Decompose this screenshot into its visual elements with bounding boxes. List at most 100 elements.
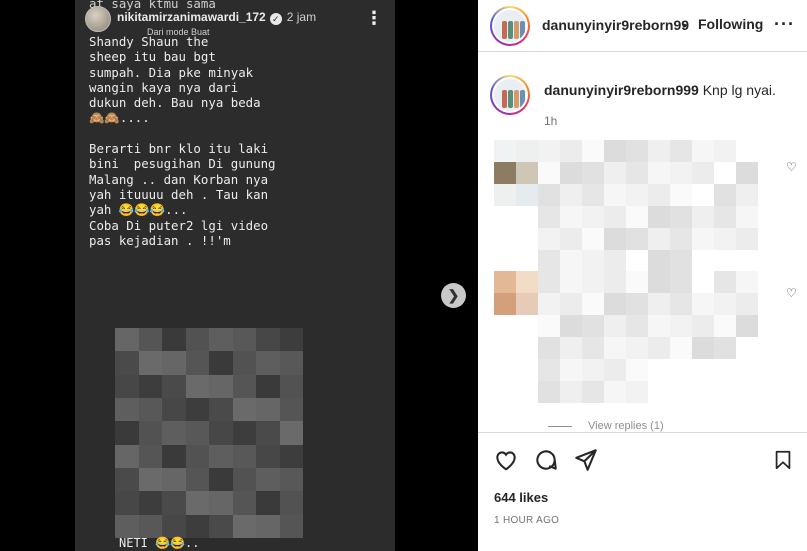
pixel-block	[279, 328, 303, 352]
blur-cell	[582, 315, 604, 337]
pixel-block	[279, 514, 303, 538]
save-icon[interactable]	[772, 447, 794, 473]
likes-count[interactable]: 644 likes	[494, 490, 548, 505]
pixel-block	[162, 351, 186, 375]
blur-cell	[560, 359, 582, 381]
heart-icon[interactable]: ♡	[786, 161, 798, 173]
blur-cell	[648, 184, 670, 206]
caption-avatar[interactable]	[490, 75, 530, 115]
pixel-block	[138, 351, 162, 375]
blur-cell	[692, 228, 714, 250]
blur-cell	[604, 228, 626, 250]
view-replies-link[interactable]: View replies (1)	[548, 420, 664, 432]
blur-cell	[648, 206, 670, 228]
story-header: nikitamirzanimawardi_172 ✓ 2 jam Dari mode…	[85, 6, 387, 37]
author-avatar[interactable]	[490, 6, 530, 46]
blur-cell	[538, 228, 560, 250]
blur-cell	[670, 293, 692, 315]
share-icon[interactable]	[573, 447, 599, 473]
blur-cell	[626, 271, 648, 293]
blur-cell	[736, 337, 758, 359]
more-icon[interactable]: ···	[774, 14, 795, 35]
blur-cell	[626, 162, 648, 184]
blur-cell	[494, 184, 516, 206]
blur-cell	[604, 315, 626, 337]
blur-cell	[626, 228, 648, 250]
pixel-block	[185, 514, 209, 538]
blur-cell	[560, 315, 582, 337]
like-icon[interactable]	[493, 447, 519, 473]
pixel-block	[232, 421, 256, 445]
author-username[interactable]: danunyinyir9reborn99	[542, 17, 689, 33]
pixel-block	[232, 374, 256, 398]
heart-icon[interactable]: ♡	[786, 287, 798, 299]
blur-cell	[648, 140, 670, 162]
pixel-block	[256, 328, 280, 352]
blur-cell	[692, 206, 714, 228]
blur-cell	[626, 293, 648, 315]
pixel-block	[115, 491, 139, 515]
pixel-block	[279, 444, 303, 468]
blur-cell	[670, 162, 692, 184]
blur-cell	[604, 206, 626, 228]
blur-cell	[692, 184, 714, 206]
pixel-block	[232, 398, 256, 422]
blur-cell	[560, 140, 582, 162]
pixel-block	[185, 468, 209, 492]
comment-icon[interactable]	[533, 447, 559, 473]
blur-cell	[648, 359, 670, 381]
blur-cell	[648, 337, 670, 359]
blur-cell	[560, 381, 582, 403]
story-footer-text: NETI 😂😂..	[119, 536, 200, 550]
blur-cell	[560, 337, 582, 359]
blur-cell	[626, 206, 648, 228]
pixel-block	[138, 491, 162, 515]
blur-cell	[736, 206, 758, 228]
blur-cell	[714, 315, 736, 337]
blur-cell	[494, 140, 516, 162]
blur-cell	[582, 359, 604, 381]
pixel-block	[162, 491, 186, 515]
blurred-comment	[538, 140, 758, 250]
blur-cell	[626, 250, 648, 272]
pixel-block	[256, 491, 280, 515]
action-bar: 644 likes 1 HOUR AGO	[478, 432, 807, 551]
blur-cell	[604, 359, 626, 381]
blur-cell	[648, 315, 670, 337]
blur-cell	[582, 140, 604, 162]
blur-cell	[692, 162, 714, 184]
post-panel: danunyinyir9reborn99 • Following ··· dan…	[478, 0, 807, 551]
blurred-comment	[538, 359, 670, 403]
blur-cell	[560, 184, 582, 206]
next-arrow-icon[interactable]: ❯	[441, 283, 466, 308]
blur-cell	[582, 381, 604, 403]
blur-cell	[648, 271, 670, 293]
blur-cell	[538, 162, 560, 184]
pixel-block	[256, 468, 280, 492]
pixel-block	[232, 491, 256, 515]
blur-cell	[692, 337, 714, 359]
view-replies-text[interactable]: View replies (1)	[588, 420, 664, 432]
blur-cell	[670, 250, 692, 272]
blur-cell	[582, 293, 604, 315]
pixel-block	[162, 468, 186, 492]
pixel-block	[209, 514, 233, 538]
caption-username[interactable]: danunyinyir9reborn999	[544, 82, 699, 98]
pixel-block	[115, 351, 139, 375]
pixel-block	[232, 351, 256, 375]
pixel-block	[256, 351, 280, 375]
blur-cell	[648, 228, 670, 250]
blur-cell	[538, 337, 560, 359]
story-time: 2 jam	[286, 10, 317, 24]
blur-cell	[626, 140, 648, 162]
pixel-block	[162, 444, 186, 468]
pixel-block	[209, 491, 233, 515]
blur-cell	[692, 293, 714, 315]
blur-cell	[560, 250, 582, 272]
blur-cell	[626, 315, 648, 337]
blur-cell	[538, 206, 560, 228]
following-button[interactable]: Following	[698, 16, 763, 32]
blur-cell	[582, 271, 604, 293]
blur-cell	[538, 250, 560, 272]
blur-cell	[648, 293, 670, 315]
